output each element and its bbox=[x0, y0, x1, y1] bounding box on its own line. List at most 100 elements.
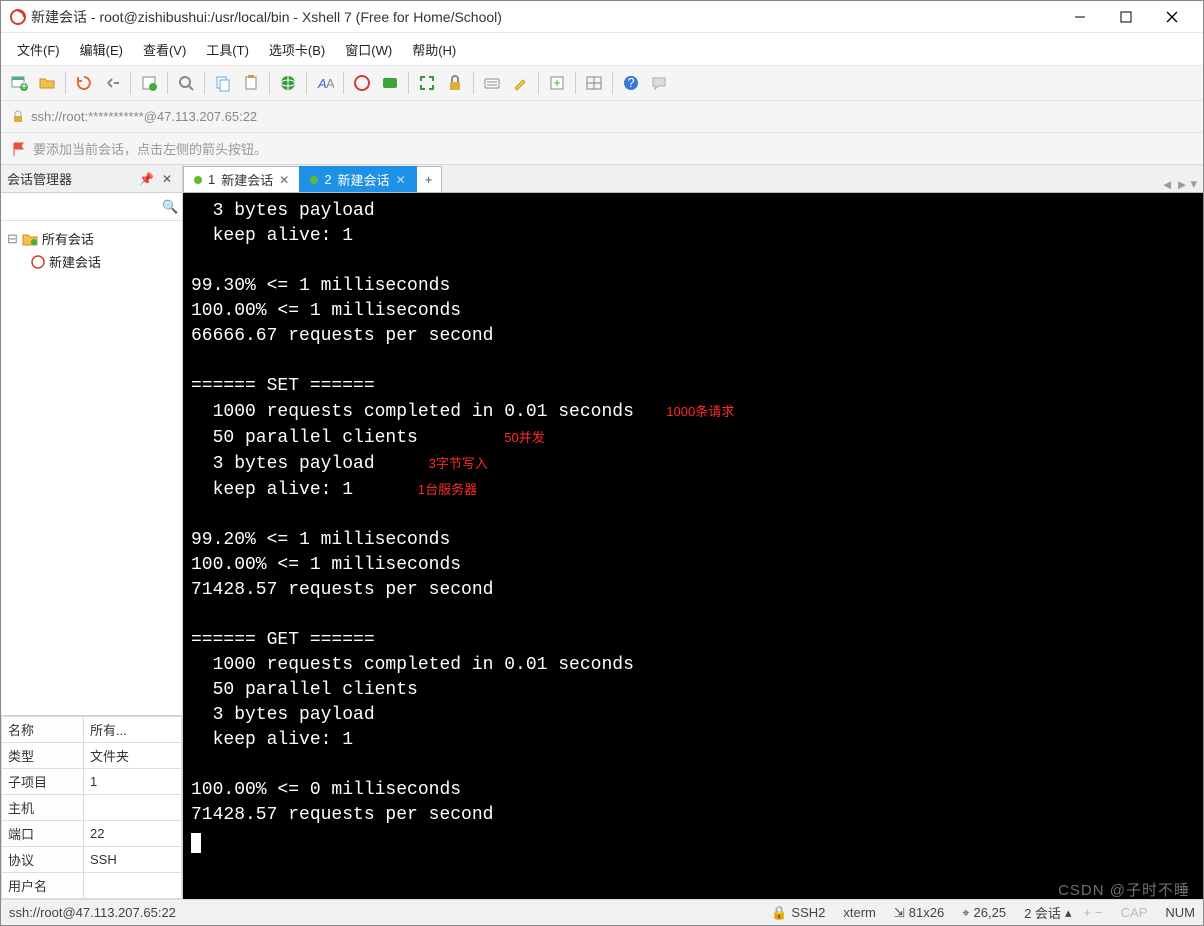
menu-view[interactable]: 查看(V) bbox=[135, 36, 194, 63]
prop-name-value: 所有... bbox=[84, 717, 182, 743]
status-cursor: ⌖26,25 bbox=[962, 905, 1006, 921]
status-connection: ssh://root@47.113.207.65:22 bbox=[9, 905, 176, 920]
help-icon[interactable]: ? bbox=[619, 71, 643, 95]
toolbar-separator bbox=[408, 72, 409, 94]
tab-menu-icon[interactable]: ▾ bbox=[1190, 176, 1197, 192]
properties-icon[interactable] bbox=[137, 71, 161, 95]
session-tree[interactable]: ⊟ 所有会话 新建会话 bbox=[1, 221, 182, 715]
menu-edit[interactable]: 编辑(E) bbox=[72, 36, 131, 63]
tab-session-2[interactable]: 2 新建会话 ✕ bbox=[299, 166, 416, 192]
disconnect-icon[interactable] bbox=[100, 71, 124, 95]
chat-icon[interactable] bbox=[647, 71, 671, 95]
session-icon bbox=[31, 255, 45, 269]
tab-session-1[interactable]: 1 新建会话 ✕ bbox=[183, 166, 300, 192]
prop-host-value bbox=[84, 795, 182, 821]
terminal[interactable]: 3 bytes payload keep alive: 1 99.30% <= … bbox=[183, 193, 1203, 899]
session-manager-panel: 会话管理器 📌 ✕ 🔍 ⊟ 所有会话 新建会话 名称所有... 类型文件夹 bbox=[1, 165, 183, 899]
copy-icon[interactable] bbox=[211, 71, 235, 95]
toolbar-separator bbox=[204, 72, 205, 94]
sidebar-title: 会话管理器 bbox=[7, 169, 72, 188]
title-bar: 新建会话 - root@zishibushui:/usr/local/bin -… bbox=[1, 1, 1203, 33]
highlight-icon[interactable] bbox=[508, 71, 532, 95]
plus-small-icon[interactable]: + bbox=[1083, 905, 1091, 920]
window-title: 新建会话 - root@zishibushui:/usr/local/bin -… bbox=[27, 7, 1057, 27]
tree-session-label: 新建会话 bbox=[49, 252, 101, 271]
toolbar-separator bbox=[306, 72, 307, 94]
prop-user-value bbox=[84, 873, 182, 899]
session-properties: 名称所有... 类型文件夹 子项目1 主机 端口22 协议SSH 用户名 bbox=[1, 715, 182, 899]
minimize-button[interactable] bbox=[1057, 1, 1103, 33]
menu-help[interactable]: 帮助(H) bbox=[404, 36, 464, 63]
prop-subitems-label: 子项目 bbox=[2, 769, 84, 795]
sidebar-search-input[interactable] bbox=[7, 200, 162, 214]
tree-root[interactable]: ⊟ 所有会话 bbox=[5, 227, 178, 250]
tree-root-label: 所有会话 bbox=[42, 229, 94, 248]
toolbar-separator bbox=[538, 72, 539, 94]
chevron-up-icon: ▴ bbox=[1065, 905, 1072, 921]
lock-icon[interactable] bbox=[443, 71, 467, 95]
cursor-pos-icon: ⌖ bbox=[962, 905, 969, 921]
pin-icon[interactable]: 📌 bbox=[135, 172, 158, 186]
menu-file[interactable]: 文件(F) bbox=[9, 36, 68, 63]
tree-expand-icon[interactable]: ⊟ bbox=[7, 231, 18, 247]
search-icon[interactable] bbox=[174, 71, 198, 95]
app-icon bbox=[9, 8, 27, 26]
toolbar: + AA + ? bbox=[1, 65, 1203, 101]
tab-nav: ◄ ► ▾ bbox=[1161, 176, 1203, 192]
menu-tools[interactable]: 工具(T) bbox=[198, 36, 257, 63]
hint-bar: 要添加当前会话，点击左侧的箭头按钮。 bbox=[1, 133, 1203, 165]
prop-port-label: 端口 bbox=[2, 821, 84, 847]
toolbar-separator bbox=[167, 72, 168, 94]
toolbar-separator bbox=[269, 72, 270, 94]
font-icon[interactable]: AA bbox=[313, 71, 337, 95]
prop-protocol-label: 协议 bbox=[2, 847, 84, 873]
menu-bar: 文件(F) 编辑(E) 查看(V) 工具(T) 选项卡(B) 窗口(W) 帮助(… bbox=[1, 33, 1203, 65]
xftp-icon[interactable] bbox=[378, 71, 402, 95]
toolbar-separator bbox=[343, 72, 344, 94]
keyboard-icon[interactable] bbox=[480, 71, 504, 95]
paste-icon[interactable] bbox=[239, 71, 263, 95]
menu-window[interactable]: 窗口(W) bbox=[337, 36, 400, 63]
prop-name-label: 名称 bbox=[2, 717, 84, 743]
fullscreen-icon[interactable] bbox=[415, 71, 439, 95]
layout-icon[interactable] bbox=[582, 71, 606, 95]
tab-bar: 1 新建会话 ✕ 2 新建会话 ✕ + ◄ ► ▾ bbox=[183, 165, 1203, 193]
reconnect-icon[interactable] bbox=[72, 71, 96, 95]
tab-1-num: 1 bbox=[208, 172, 215, 187]
tab-next-icon[interactable]: ► bbox=[1176, 177, 1189, 192]
globe-icon[interactable] bbox=[276, 71, 300, 95]
tab-close-icon[interactable]: ✕ bbox=[279, 173, 289, 187]
add-button-icon[interactable]: + bbox=[545, 71, 569, 95]
maximize-button[interactable] bbox=[1103, 1, 1149, 33]
main-area: 会话管理器 📌 ✕ 🔍 ⊟ 所有会话 新建会话 名称所有... 类型文件夹 bbox=[1, 165, 1203, 899]
menu-tabs[interactable]: 选项卡(B) bbox=[261, 36, 333, 63]
tab-prev-icon[interactable]: ◄ bbox=[1161, 177, 1174, 192]
minus-small-icon[interactable]: − bbox=[1095, 905, 1103, 920]
svg-text:+: + bbox=[553, 75, 561, 90]
toolbar-separator bbox=[65, 72, 66, 94]
prop-user-label: 用户名 bbox=[2, 873, 84, 899]
close-button[interactable] bbox=[1149, 1, 1195, 33]
svg-text:+: + bbox=[20, 78, 28, 92]
xshell-icon[interactable] bbox=[350, 71, 374, 95]
folder-icon bbox=[22, 232, 38, 246]
status-protocol: 🔒SSH2 bbox=[771, 905, 825, 921]
flag-icon bbox=[11, 141, 27, 157]
sidebar-close-icon[interactable]: ✕ bbox=[158, 172, 176, 186]
tab-add-button[interactable]: + bbox=[416, 166, 442, 192]
status-caps: CAP bbox=[1121, 905, 1148, 920]
status-sessions[interactable]: 2 会话 ▴+ − bbox=[1024, 903, 1103, 922]
sidebar-search[interactable]: 🔍 bbox=[1, 193, 182, 221]
tree-session-item[interactable]: 新建会话 bbox=[5, 250, 178, 273]
open-folder-icon[interactable] bbox=[35, 71, 59, 95]
new-session-icon[interactable]: + bbox=[7, 71, 31, 95]
status-size: ⇲81x26 bbox=[894, 905, 944, 921]
search-small-icon[interactable]: 🔍 bbox=[162, 199, 178, 215]
status-termtype: xterm bbox=[843, 905, 876, 920]
tab-close-icon[interactable]: ✕ bbox=[396, 173, 406, 187]
tab-status-dot bbox=[310, 176, 318, 184]
prop-protocol-value: SSH bbox=[84, 847, 182, 873]
toolbar-separator bbox=[575, 72, 576, 94]
prop-host-label: 主机 bbox=[2, 795, 84, 821]
address-text[interactable]: ssh://root:***********@47.113.207.65:22 bbox=[31, 109, 1193, 124]
